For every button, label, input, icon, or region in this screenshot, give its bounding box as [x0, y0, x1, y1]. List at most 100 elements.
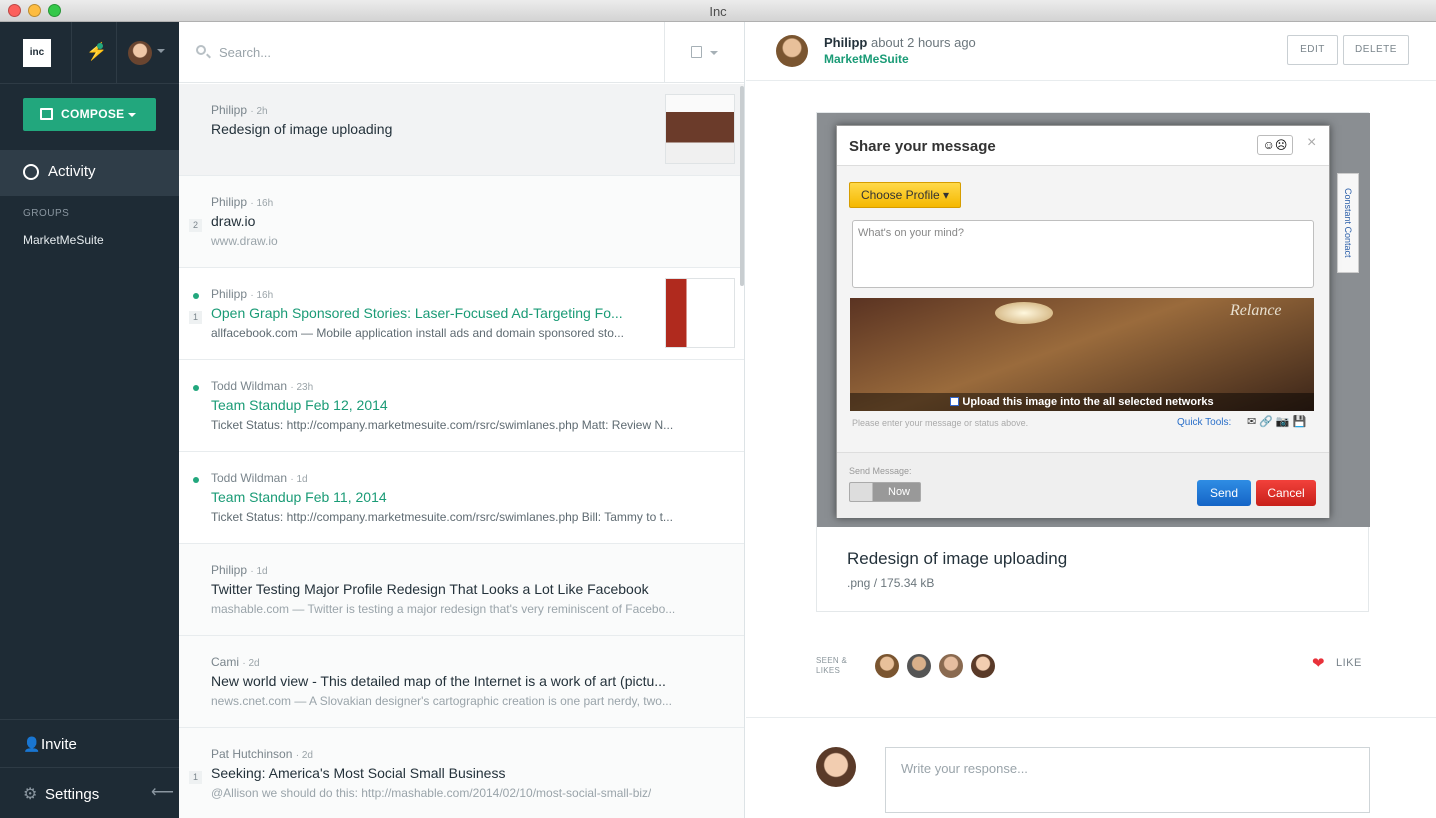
chevron-down-icon[interactable] — [128, 113, 136, 117]
feed-item[interactable]: 1 Philipp · 16h Open Graph Sponsored Stori… — [179, 268, 744, 360]
screenshot-message-box: What's on your mind? — [852, 220, 1314, 288]
comment-count-badge: 1 — [189, 311, 202, 324]
screenshot-send-button: Send — [1197, 480, 1251, 506]
heart-icon[interactable]: ❤ — [1312, 654, 1325, 672]
document-icon — [691, 46, 702, 58]
feed-item-thumbnail[interactable] — [665, 94, 735, 164]
divider — [746, 717, 1436, 718]
compose-button[interactable]: COMPOSE — [23, 98, 156, 131]
feed-item-subtitle: Ticket Status: http://company.marketmesu… — [211, 418, 674, 432]
seen-label-line1: SEEN & — [816, 656, 848, 665]
feed-item-meta: Todd Wildman · 1d — [211, 471, 308, 485]
feed-item-title: Twitter Testing Major Profile Redesign T… — [211, 581, 649, 597]
screenshot-choose-profile: Choose Profile ▾ — [849, 182, 961, 208]
feed-item-subtitle: @Allison we should do this: http://masha… — [211, 786, 652, 800]
screenshot-quick-tools: Quick Tools: — [1177, 417, 1232, 428]
sidebar-item-marketmesuite[interactable]: MarketMeSuite — [23, 233, 104, 247]
search-input[interactable] — [219, 42, 619, 62]
feed-item-subtitle: allfacebook.com — Mobile application ins… — [211, 326, 624, 340]
feed-scrollbar[interactable] — [740, 86, 744, 286]
invite-label: Invite — [41, 736, 77, 753]
file-title[interactable]: Redesign of image uploading — [847, 549, 1067, 569]
window-titlebar: Inc — [0, 0, 1436, 22]
feed-item[interactable]: Philipp · 1d Twitter Testing Major Profil… — [179, 544, 744, 636]
feed-item-meta: Cami · 2d — [211, 655, 260, 669]
feed-item[interactable]: Todd Wildman · 1d Team Standup Feb 11, 20… — [179, 452, 744, 544]
feed-item[interactable]: 2 Philipp · 16h draw.io www.draw.io — [179, 176, 744, 268]
chevron-down-icon — [710, 51, 718, 55]
feed-item-meta: Pat Hutchinson · 2d — [211, 747, 313, 761]
feed-item-author: Todd Wildman — [211, 379, 288, 393]
screenshot-share-dialog: Share your message ☺☹ × Choose Profile ▾… — [836, 125, 1330, 518]
feed-item-meta: Philipp · 16h — [211, 195, 274, 209]
feed-item-author: Todd Wildman — [211, 471, 288, 485]
like-button[interactable]: LIKE — [1336, 657, 1362, 669]
feed-item-title: New world view - This detailed map of th… — [211, 673, 666, 689]
feed-item-time: 2h — [256, 106, 268, 117]
emoji-icon: ☺☹ — [1257, 135, 1293, 155]
detail-header: Philipp about 2 hours ago MarketMeSuite … — [746, 22, 1436, 81]
file-meta: .png / 175.34 kB — [847, 576, 935, 590]
detail-author-line: Philipp about 2 hours ago — [824, 35, 976, 50]
feed-item-subtitle: news.cnet.com — A Slovakian designer's c… — [211, 694, 672, 708]
feed-item-time: 2d — [301, 750, 313, 761]
feed-item-author: Philipp — [211, 287, 248, 301]
filter-dropdown[interactable] — [664, 22, 744, 83]
current-user-avatar — [816, 747, 856, 787]
feed-item-meta: Todd Wildman · 23h — [211, 379, 314, 393]
unread-dot — [193, 293, 199, 299]
feed-item[interactable]: Todd Wildman · 23h Team Standup Feb 12, 2… — [179, 360, 744, 452]
feed-item-thumbnail[interactable] — [665, 278, 735, 348]
collapse-sidebar-icon[interactable]: ⟵ — [151, 782, 174, 802]
divider — [0, 719, 179, 720]
feed-item[interactable]: 1 Pat Hutchinson · 2d Seeking: America's M… — [179, 728, 744, 818]
feed-item-meta: Philipp · 2h — [211, 103, 268, 117]
screenshot-side-tab: Constant Contact — [1337, 173, 1359, 273]
feed-item-title[interactable]: Open Graph Sponsored Stories: Laser-Focu… — [211, 305, 623, 321]
seen-avatar[interactable] — [907, 654, 931, 678]
author-avatar[interactable] — [776, 35, 808, 67]
screenshot-photo: Relance Upload this image into the all s… — [850, 298, 1314, 411]
app-logo[interactable]: inc — [23, 39, 51, 67]
attachment-image[interactable]: Constant Contact Share your message ☺☹ ×… — [817, 113, 1370, 527]
groups-heading: GROUPS — [23, 208, 70, 219]
chevron-down-icon[interactable] — [157, 49, 165, 53]
reply-input[interactable] — [885, 747, 1370, 813]
seen-likes-label: SEEN & LIKES — [816, 656, 847, 676]
group-link[interactable]: MarketMeSuite — [824, 52, 909, 66]
search-bar — [179, 22, 744, 83]
divider — [116, 22, 117, 84]
screenshot-dialog-title: Share your message — [849, 138, 996, 155]
search-icon — [196, 45, 206, 55]
user-avatar[interactable] — [128, 41, 152, 65]
settings-label: Settings — [45, 786, 100, 803]
unread-dot — [193, 385, 199, 391]
compose-icon — [40, 108, 53, 120]
attachment-card: Constant Contact Share your message ☺☹ ×… — [816, 112, 1370, 612]
detail-pane: Philipp about 2 hours ago MarketMeSuite … — [746, 22, 1436, 818]
invite-button[interactable]: 👤Invite — [23, 736, 77, 753]
feed-item-subtitle: www.draw.io — [211, 234, 278, 248]
edit-button[interactable]: EDIT — [1287, 35, 1338, 65]
screenshot-send-message-label: Send Message: — [849, 466, 912, 476]
seen-avatar[interactable] — [939, 654, 963, 678]
seen-avatar[interactable] — [875, 654, 899, 678]
feed-item-author: Pat Hutchinson — [211, 747, 293, 761]
nav-activity[interactable]: Activity — [0, 150, 179, 196]
screenshot-toggle: Now — [849, 482, 921, 502]
feed-item[interactable]: Philipp · 2h Redesign of image uploading — [179, 84, 744, 176]
settings-button[interactable]: ⚙ Settings — [23, 784, 99, 804]
feed-item-author: Philipp — [211, 563, 248, 577]
feed-item-title[interactable]: Team Standup Feb 11, 2014 — [211, 489, 387, 505]
feed-item-title: draw.io — [211, 213, 256, 229]
feed-item-title[interactable]: Team Standup Feb 12, 2014 — [211, 397, 388, 413]
author-name[interactable]: Philipp — [824, 35, 867, 50]
seen-avatar[interactable] — [971, 654, 995, 678]
comment-count-badge: 1 — [189, 771, 202, 784]
feed-item-author: Philipp — [211, 195, 248, 209]
feed-item[interactable]: Cami · 2d New world view - This detailed … — [179, 636, 744, 728]
delete-button[interactable]: DELETE — [1343, 35, 1409, 65]
screenshot-cancel-button: Cancel — [1256, 480, 1316, 506]
sidebar: inc ⚡ COMPOSE Activity GROUPS MarketMeSu… — [0, 22, 179, 818]
add-user-icon: 👤 — [23, 736, 41, 752]
